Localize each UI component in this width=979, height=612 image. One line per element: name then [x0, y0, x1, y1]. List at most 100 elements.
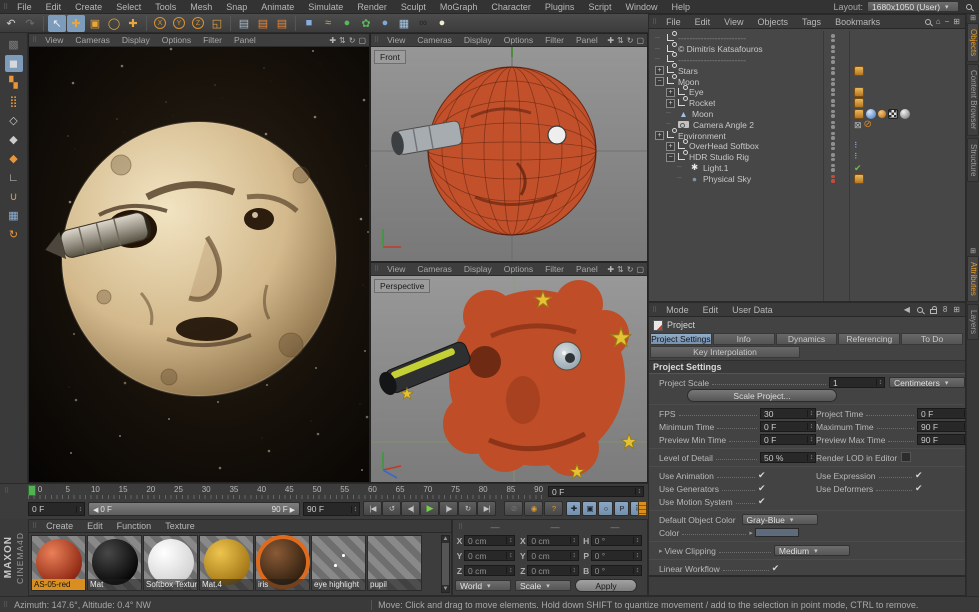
render-queue-button[interactable]: ▤ [273, 15, 291, 32]
object-axis-mode-button[interactable]: ◆ [5, 150, 23, 167]
position-z-field[interactable]: 0 cm↕ [464, 565, 515, 576]
display-tag-icon[interactable] [854, 87, 864, 97]
visibility-dots[interactable] [831, 121, 835, 129]
texture-mode-button[interactable]: ▚ [5, 74, 23, 91]
side-tab-content-browser[interactable]: Content Browser [967, 64, 979, 136]
scroll-thumb[interactable] [442, 543, 449, 585]
default-object-color-select[interactable]: Gray-Blue [742, 514, 818, 525]
undo-button[interactable]: ↶ [2, 15, 20, 32]
menu-mesh[interactable]: Mesh [183, 0, 219, 14]
maximize-view-icon[interactable]: ▢ [636, 36, 644, 45]
scale-project-button[interactable]: Scale Project... [687, 389, 837, 402]
zoom-view-icon[interactable]: ⇅ [617, 36, 624, 45]
lod-field[interactable]: 50 %↕ [760, 452, 816, 463]
object-row-moon[interactable]: −Moon [649, 76, 965, 87]
object-row-[interactable]: ─------------------------ [649, 33, 965, 44]
tab-dynamics[interactable]: Dynamics [776, 333, 838, 345]
tab-info[interactable]: Info [713, 333, 775, 345]
fps-field[interactable]: 30↕ [760, 408, 816, 419]
menu-filter[interactable]: Filter [539, 34, 570, 47]
add-cube-button[interactable]: ■ [300, 15, 318, 32]
menu-options[interactable]: Options [156, 34, 197, 47]
menu-mograph[interactable]: MoGraph [433, 0, 485, 14]
menu-help[interactable]: Help [664, 0, 697, 14]
viewport-main[interactable]: ⠿ ViewCamerasDisplayOptionsFilterPanel ✚… [28, 33, 370, 483]
size-z-field[interactable]: 0 cm↕ [527, 565, 578, 576]
menu-options[interactable]: Options [498, 34, 539, 47]
menu-edit[interactable]: Edit [696, 303, 726, 317]
object-row-moon[interactable]: ─▲Moon [649, 109, 965, 120]
menu-edit[interactable]: Edit [39, 0, 69, 14]
persp-canvas[interactable] [371, 276, 647, 482]
add-spline-button[interactable]: ≈ [319, 15, 337, 32]
detach-panel-icon[interactable]: ⊞ [951, 17, 962, 26]
section-header[interactable]: Project Settings [649, 360, 965, 374]
add-deformer-button[interactable]: ● [376, 15, 394, 32]
autokey-button[interactable]: ◉ [524, 501, 543, 516]
view-clipping-select[interactable]: Medium [774, 545, 850, 556]
object-row-dimitris-katsafouros[interactable]: ─© Dimitris Katsafouros [649, 44, 965, 55]
end-frame-field[interactable]: 90 F↕ [303, 502, 360, 516]
move-button[interactable]: ✚ [67, 15, 85, 32]
project-scale-field[interactable]: 1↕ [829, 377, 885, 388]
menu-user-data[interactable]: User Data [725, 303, 780, 317]
menu-snap[interactable]: Snap [219, 0, 254, 14]
size-x-field[interactable]: 0 cm↕ [527, 535, 578, 546]
visibility-dots[interactable] [831, 88, 835, 96]
object-row-rocket[interactable]: +Rocket [649, 98, 965, 109]
material-as-05-red[interactable]: AS-05-red [31, 535, 86, 591]
menu-display[interactable]: Display [458, 263, 498, 276]
menu-view[interactable]: View [39, 34, 69, 47]
side-tab-attributes[interactable]: Attributes [967, 256, 979, 302]
detach-panel-icon[interactable]: ⊞ [968, 247, 978, 255]
history-back-icon[interactable]: ◀ [902, 305, 912, 314]
display-tag-icon[interactable] [854, 174, 864, 184]
project-time-field[interactable]: 0 F↕ [917, 408, 973, 419]
key-position-button[interactable]: ✚ [566, 501, 581, 516]
live-selection-button[interactable]: ↖ [48, 15, 66, 32]
visibility-dots[interactable] [831, 132, 835, 140]
tab-key-interpolation[interactable]: Key Interpolation [650, 346, 800, 358]
ik-tag-icon[interactable]: ⠇ [854, 152, 860, 162]
workplane-lock-button[interactable]: ▦ [5, 207, 23, 224]
apply-button[interactable]: Apply [575, 579, 637, 592]
side-tab-objects[interactable]: Objects [967, 23, 979, 62]
menu-panel[interactable]: Panel [570, 263, 604, 276]
viewport-perspective[interactable]: ⠿ ViewCamerasDisplayOptionsFilterPanel ✚… [370, 262, 648, 483]
pan-view-icon[interactable]: ✚ [607, 36, 614, 45]
side-tab-layers[interactable]: Layers [967, 304, 979, 340]
rotate-view-icon[interactable]: ↻ [627, 36, 634, 45]
make-editable-button[interactable]: ▩ [5, 36, 23, 53]
play-reverse-button[interactable]: ↺ [382, 501, 401, 516]
visibility-dots[interactable] [831, 56, 835, 64]
menu-file[interactable]: File [10, 0, 39, 14]
coordinate-space-select[interactable]: World [455, 580, 511, 591]
minimum-time-field[interactable]: 0 F↕ [760, 421, 816, 432]
color-swatch[interactable] [755, 528, 799, 537]
tab-to-do[interactable]: To Do [901, 333, 963, 345]
last-tool-button[interactable]: ✚ [124, 15, 142, 32]
add-light-button[interactable]: ● [433, 15, 451, 32]
phong-tag-icon[interactable] [878, 110, 886, 118]
filter-icon[interactable]: − [943, 17, 952, 26]
visibility-dots[interactable] [831, 45, 835, 53]
visibility-dots[interactable] [831, 142, 835, 150]
scale-button[interactable]: ▣ [86, 15, 104, 32]
menu-plugins[interactable]: Plugins [538, 0, 582, 14]
render-canvas[interactable] [29, 47, 369, 482]
scroll-down-icon[interactable]: ▼ [443, 586, 449, 592]
add-generator-button[interactable]: ✿ [357, 15, 375, 32]
add-camera-button[interactable]: ∞ [414, 15, 432, 32]
menu-filter[interactable]: Filter [197, 34, 228, 47]
menu-create[interactable]: Create [68, 0, 109, 14]
material-pupil[interactable]: pupil [367, 535, 422, 591]
menu-display[interactable]: Display [458, 34, 498, 47]
rotate-button[interactable]: ◯ [105, 15, 123, 32]
matblue-tag-icon[interactable] [866, 109, 876, 119]
lock-y-axis-button[interactable]: Y [170, 15, 188, 32]
display-tag-icon[interactable] [854, 109, 864, 119]
menu-cameras[interactable]: Cameras [411, 34, 457, 47]
pan-view-icon[interactable]: ✚ [329, 36, 336, 45]
collapse-icon[interactable]: − [655, 77, 664, 86]
rotate-view-icon[interactable]: ↻ [349, 36, 356, 45]
